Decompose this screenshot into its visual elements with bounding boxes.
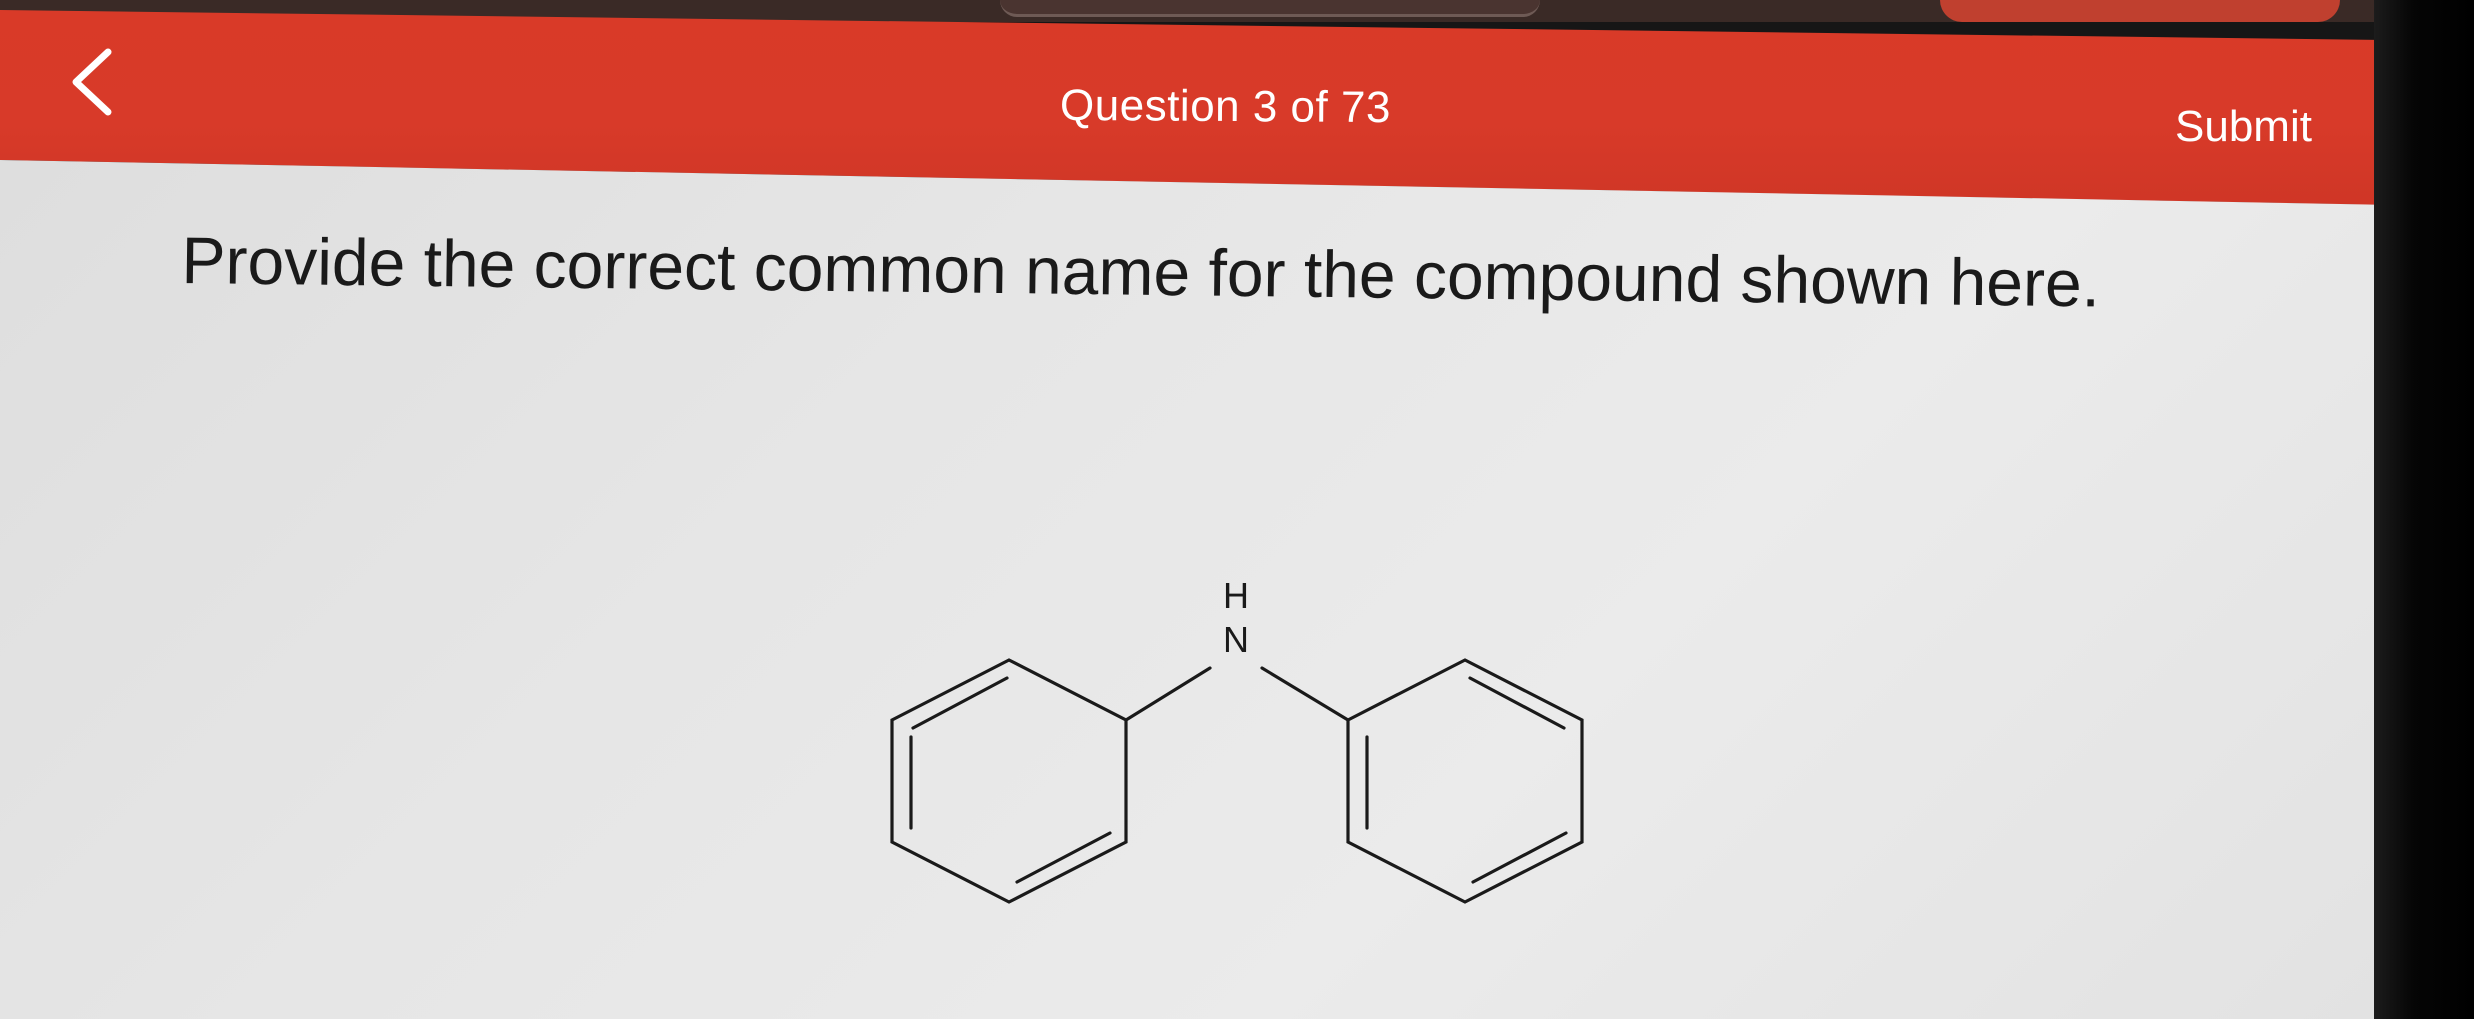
atom-label-h: H xyxy=(1223,575,1249,616)
top-pill-edge xyxy=(1940,0,2340,22)
question-counter: Question 3 of 73 xyxy=(1059,80,1392,133)
diphenylamine-structure-drawing: H N xyxy=(890,575,1584,904)
chevron-left-icon[interactable] xyxy=(58,42,138,122)
left-ring xyxy=(890,658,1128,904)
top-tab-edge xyxy=(1000,0,1540,17)
chemical-structure: H N xyxy=(860,570,1600,940)
bond-n-to-right-ring xyxy=(1260,666,1350,722)
submit-button[interactable]: Submit xyxy=(2175,102,2312,152)
device-bezel xyxy=(2374,0,2474,1019)
atom-label-n: N xyxy=(1223,619,1249,660)
right-ring xyxy=(1346,658,1584,904)
bond-left-ring-to-n xyxy=(1124,666,1212,722)
